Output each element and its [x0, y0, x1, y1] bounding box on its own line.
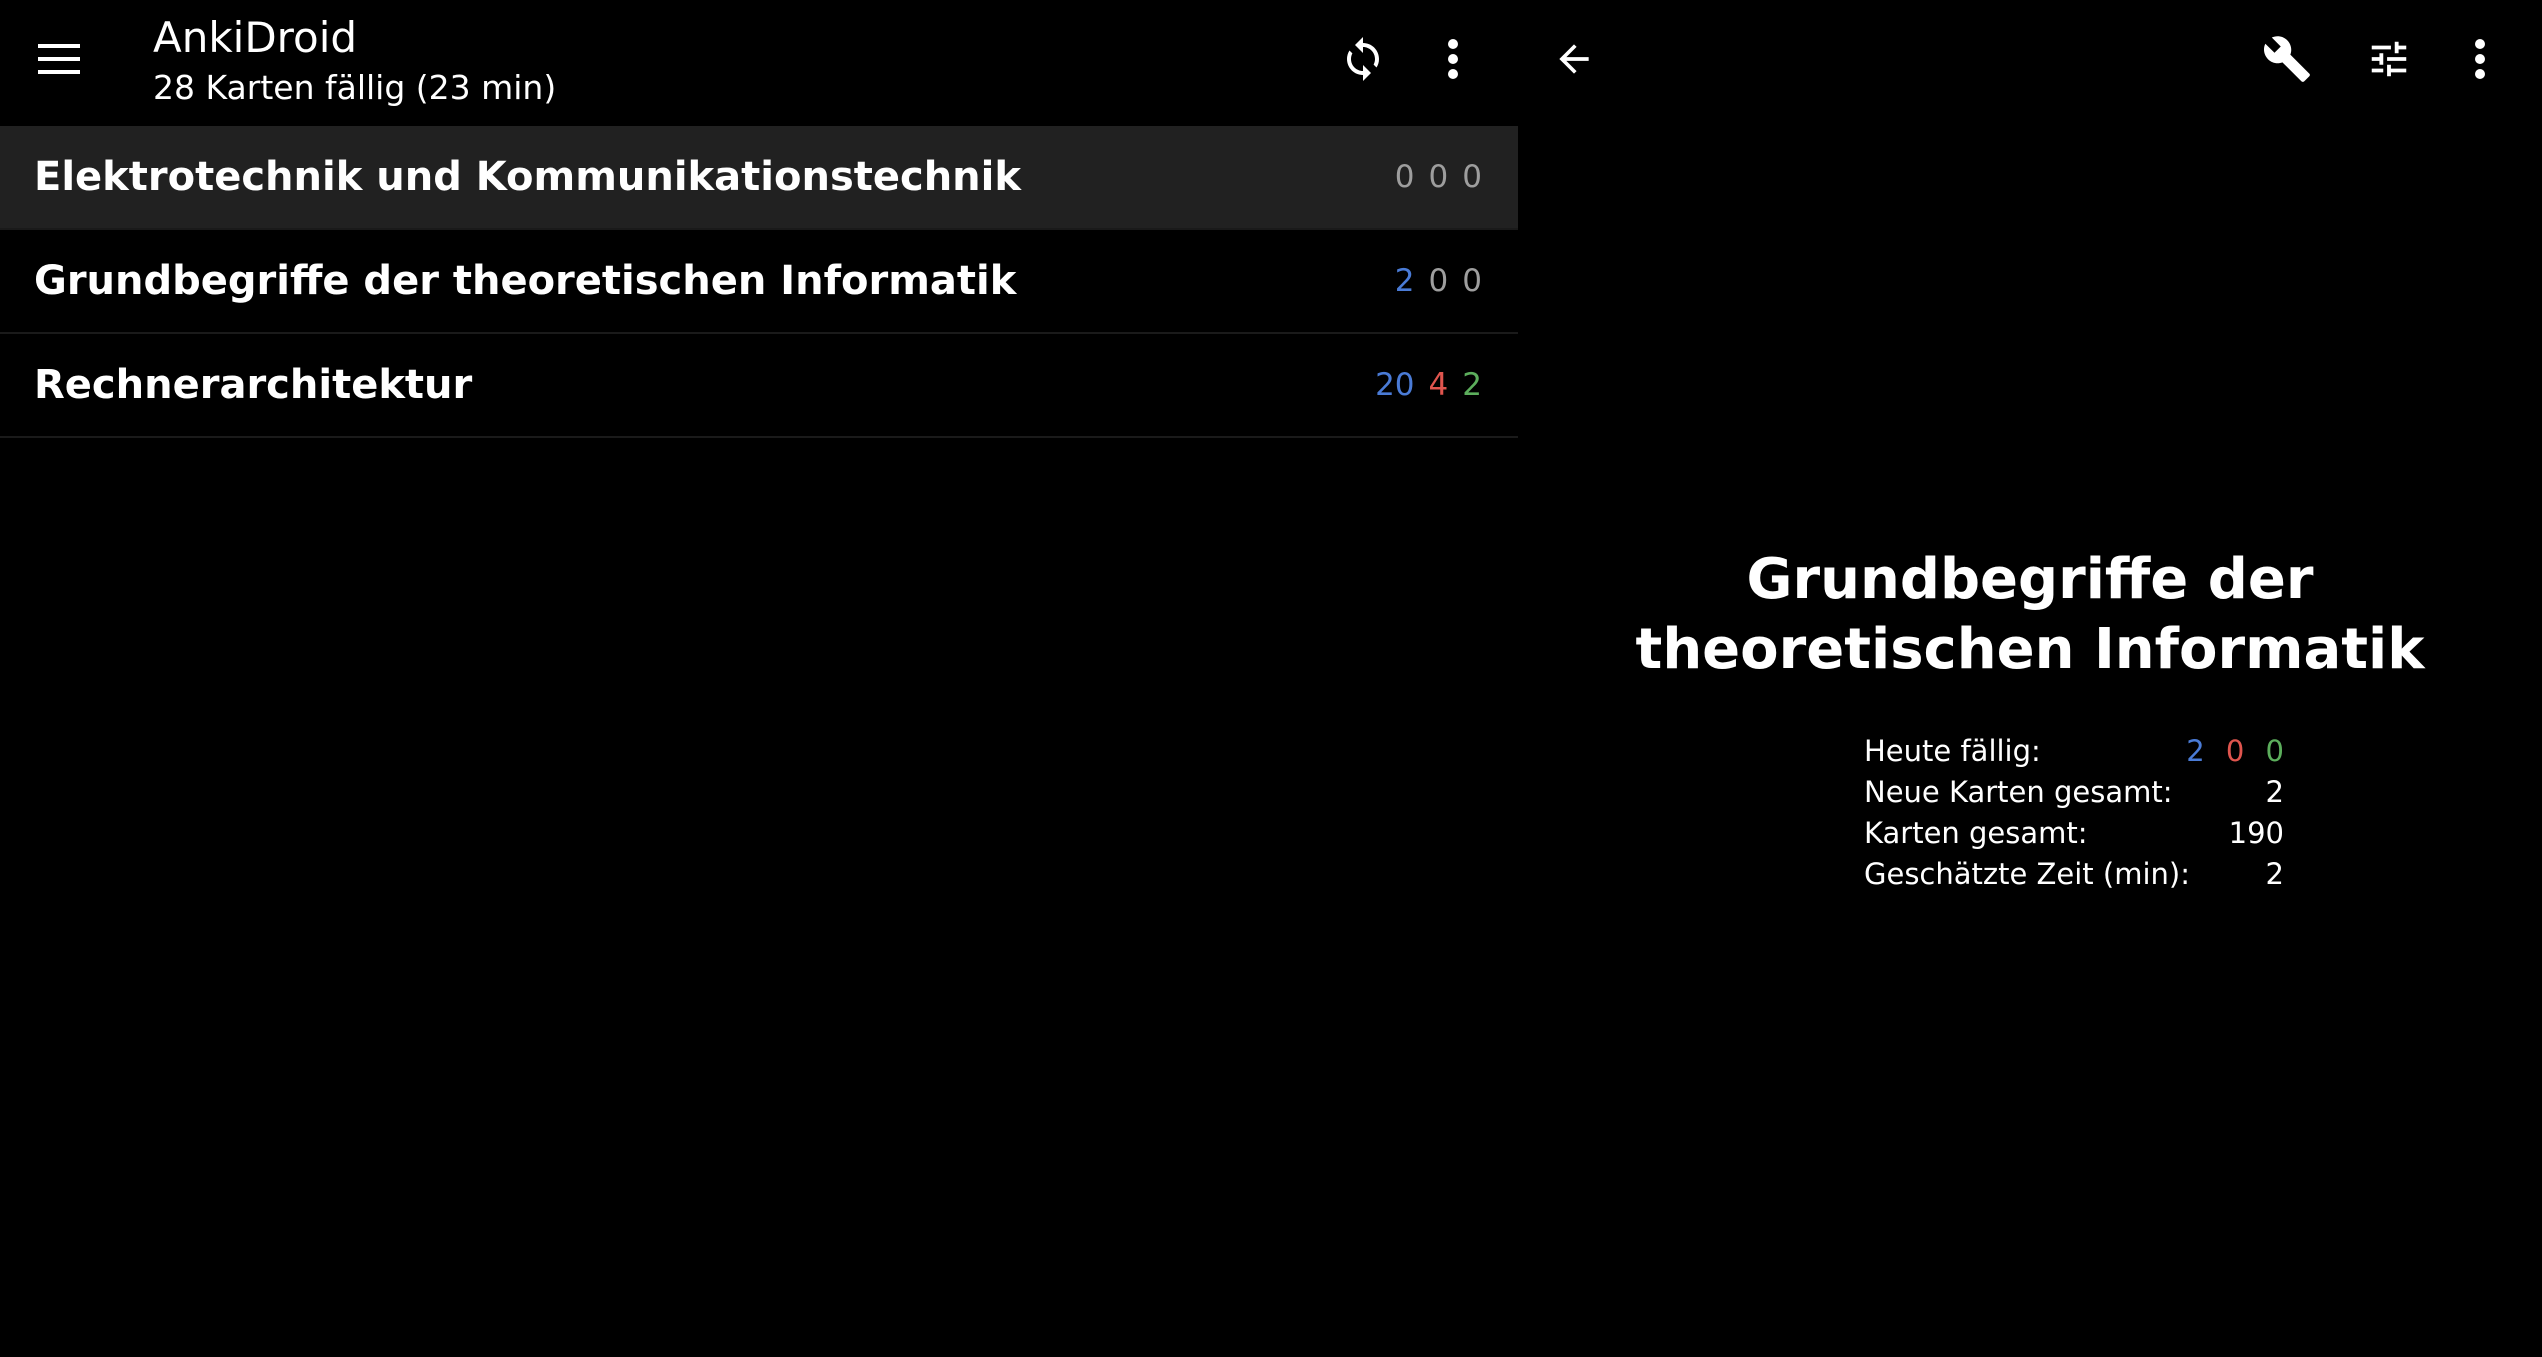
- deck-counts: 0 0 0: [1395, 159, 1482, 195]
- deck-picker-pane: AnkiDroid 28 Karten fällig (23 min) Elek…: [0, 0, 1518, 1357]
- learn-count: 0: [1428, 263, 1449, 299]
- deck-picker-toolbar: AnkiDroid 28 Karten fällig (23 min): [0, 0, 1518, 126]
- deck-counts: 2 0 0: [1395, 263, 1482, 299]
- deck-row-elektrotechnik[interactable]: Elektrotechnik und Kommunikationstechnik…: [0, 126, 1518, 230]
- review-count: 0: [1462, 263, 1482, 299]
- stat-label: Neue Karten gesamt:: [1864, 775, 2173, 809]
- deck-overview: Grundbegriffe der theoretischen Informat…: [1518, 545, 2542, 685]
- new-count: 0: [1394, 159, 1415, 195]
- new-count: 2: [2186, 734, 2205, 768]
- deck-counts: 20 4 2: [1375, 367, 1482, 403]
- deck-list: Elektrotechnik und Kommunikationstechnik…: [0, 126, 1518, 438]
- stat-value: 2: [2265, 857, 2284, 891]
- review-count: 2: [1462, 367, 1482, 403]
- new-count: 20: [1375, 367, 1415, 403]
- study-options-toolbar: [1518, 0, 2542, 126]
- learn-count: 0: [2225, 734, 2245, 768]
- sync-icon[interactable]: [1323, 19, 1403, 99]
- stat-value: 190: [2228, 816, 2284, 850]
- deck-name: Rechnerarchitektur: [34, 362, 473, 408]
- stat-value: 2: [2265, 775, 2284, 809]
- study-options-pane: Grundbegriffe der theoretischen Informat…: [1518, 0, 2542, 1357]
- menu-icon[interactable]: [19, 19, 99, 99]
- back-arrow-icon[interactable]: [1534, 19, 1614, 99]
- app-title: AnkiDroid: [153, 13, 358, 62]
- learn-count: 0: [1428, 159, 1449, 195]
- deck-name: Grundbegriffe der theoretischen Informat…: [34, 258, 1017, 304]
- tune-icon[interactable]: [2349, 19, 2429, 99]
- stat-label: Heute fällig:: [1864, 734, 2041, 768]
- review-count: 0: [2265, 734, 2284, 768]
- learn-count: 4: [1428, 367, 1449, 403]
- more-vert-icon[interactable]: [2440, 19, 2520, 99]
- stat-estimated-time: Geschätzte Zeit (min): 2: [1864, 854, 2284, 895]
- stat-label: Geschätzte Zeit (min):: [1864, 857, 2190, 891]
- app-window: AnkiDroid 28 Karten fällig (23 min) Elek…: [0, 0, 2542, 1357]
- deck-stats: Heute fällig: 2 0 0 Neue Karten gesamt: …: [1864, 731, 2284, 895]
- due-summary: 28 Karten fällig (23 min): [153, 68, 557, 107]
- stat-due-today: Heute fällig: 2 0 0: [1864, 731, 2284, 772]
- review-count: 0: [1462, 159, 1482, 195]
- stat-cards-total: Karten gesamt: 190: [1864, 813, 2284, 854]
- deck-row-grundbegriffe[interactable]: Grundbegriffe der theoretischen Informat…: [0, 230, 1518, 334]
- more-vert-icon[interactable]: [1413, 19, 1493, 99]
- deck-title: Grundbegriffe der theoretischen Informat…: [1635, 547, 2425, 682]
- deck-row-rechnerarchitektur[interactable]: Rechnerarchitektur 20 4 2: [0, 334, 1518, 438]
- app-title-block: AnkiDroid 28 Karten fällig (23 min): [153, 10, 556, 110]
- stat-new-total: Neue Karten gesamt: 2: [1864, 772, 2284, 813]
- wrench-icon[interactable]: [2247, 19, 2327, 99]
- deck-name: Elektrotechnik und Kommunikationstechnik: [34, 154, 1021, 200]
- stat-label: Karten gesamt:: [1864, 816, 2088, 850]
- stat-value: 2 0 0: [2174, 731, 2284, 772]
- new-count: 2: [1394, 263, 1415, 299]
